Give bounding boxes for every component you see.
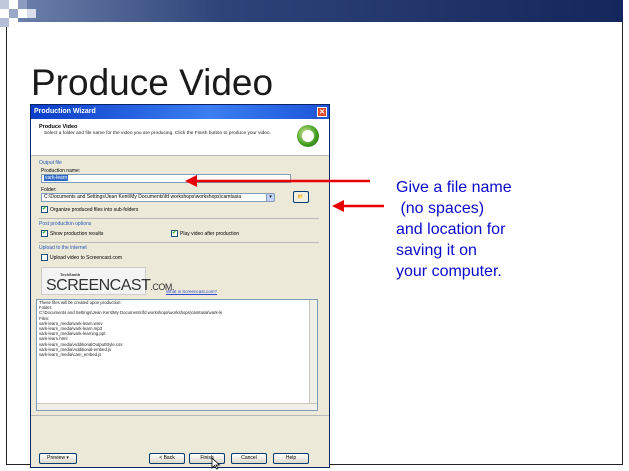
annotation-arrows [185, 175, 384, 212]
arrowhead-production-name [185, 175, 197, 187]
annotation-line: and location for [396, 221, 506, 238]
annotation-line: (no spaces) [396, 200, 485, 217]
annotation-text: Give a file name (no spaces) and location… [396, 177, 512, 282]
annotation-line: saving it on [396, 242, 477, 259]
arrowhead-folder [332, 200, 344, 212]
annotation-line: your computer. [396, 263, 502, 280]
annotation-line: Give a file name [396, 179, 512, 196]
